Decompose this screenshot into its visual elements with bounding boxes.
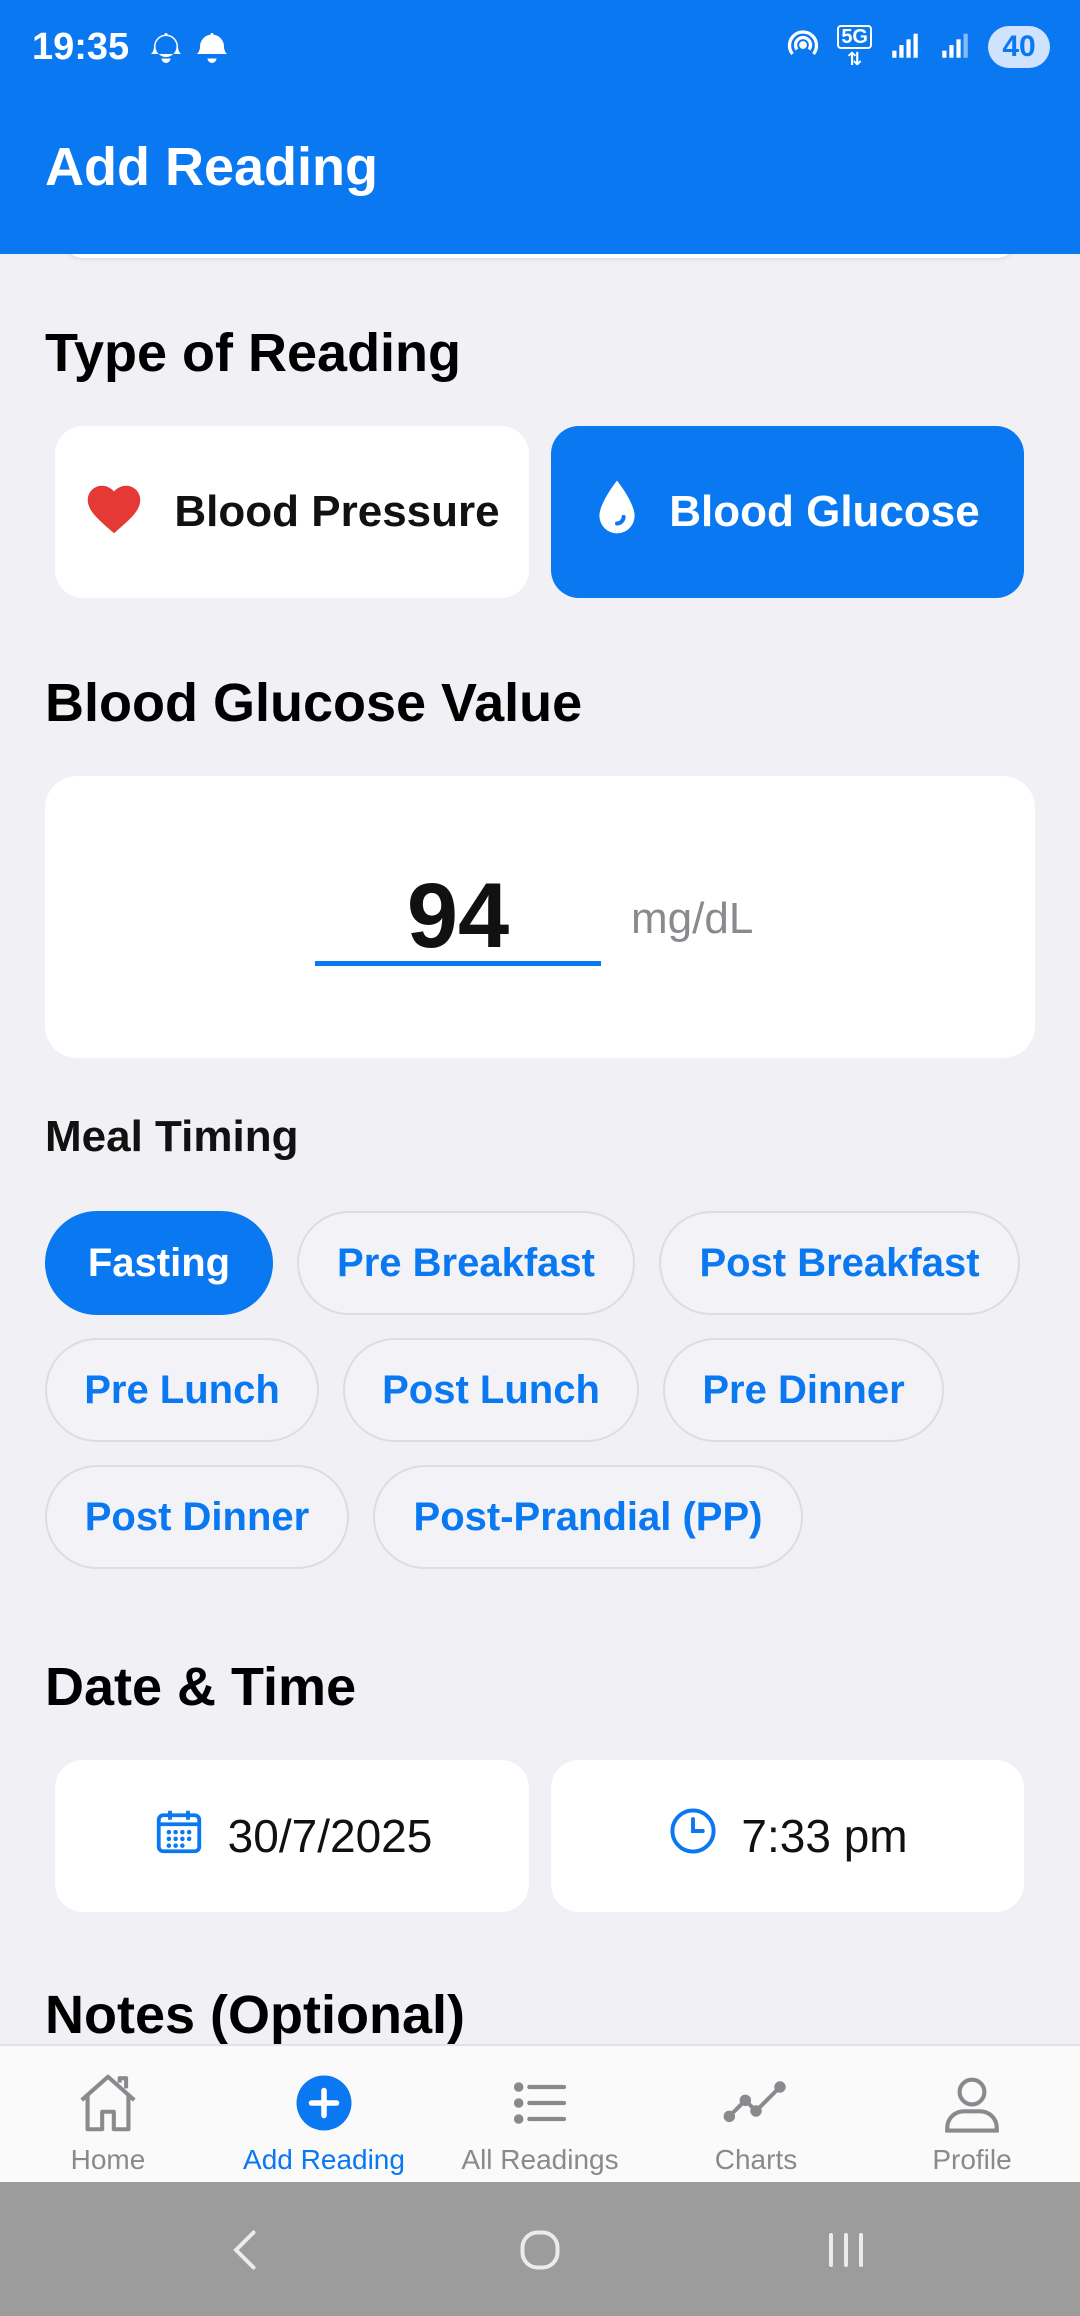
nav-home[interactable]: Home — [0, 2046, 216, 2184]
alarm-icon-2 — [194, 30, 230, 71]
blood-glucose-label: Blood Glucose — [669, 487, 980, 536]
nav-charts-label: Charts — [714, 2144, 798, 2175]
date-time-title: Date & Time — [45, 1657, 357, 1717]
nav-add-reading[interactable]: Add Reading — [216, 2046, 432, 2184]
glucose-value-title: Blood Glucose Value — [45, 673, 583, 733]
glucose-unit-label: mg/dL — [631, 894, 754, 943]
signal-icon-1 — [888, 28, 922, 67]
person-icon — [939, 2064, 1005, 2142]
blood-pressure-label: Blood Pressure — [174, 487, 500, 536]
page-title: Add Reading — [45, 137, 378, 197]
battery-indicator: 40 — [988, 26, 1050, 68]
status-right-group: 5G ⇅ 40 — [785, 24, 1050, 70]
notes-title: Notes (Optional) — [45, 1985, 465, 2044]
signal-icon-2 — [938, 28, 972, 67]
date-value: 30/7/2025 — [227, 1810, 433, 1862]
chip-post-breakfast[interactable]: Post Breakfast — [659, 1211, 1020, 1315]
time-picker-button[interactable]: 7:33 pm — [551, 1760, 1024, 1912]
glucose-value-card: 94 mg/dL — [45, 776, 1035, 1058]
type-of-reading-title: Type of Reading — [45, 323, 462, 383]
alarm-icon — [148, 30, 184, 71]
time-value: 7:33 pm — [741, 1810, 908, 1862]
app-bar: Add Reading — [0, 96, 1080, 254]
blood-pressure-button[interactable]: Blood Pressure — [55, 426, 529, 598]
chip-post-lunch[interactable]: Post Lunch — [343, 1338, 639, 1442]
nav-add-reading-label: Add Reading — [243, 2144, 405, 2175]
bottom-navigation: Home Add Reading All Readings Charts Pro… — [0, 2044, 1080, 2182]
glucose-value-input[interactable]: 94 — [315, 866, 601, 966]
back-icon[interactable] — [216, 2220, 276, 2285]
clock-icon — [667, 1805, 719, 1868]
chip-pre-breakfast[interactable]: Pre Breakfast — [297, 1211, 635, 1315]
chip-post-prandial[interactable]: Post-Prandial (PP) — [373, 1465, 803, 1569]
date-picker-button[interactable]: 30/7/2025 — [55, 1760, 529, 1912]
nav-home-label: Home — [70, 2144, 146, 2175]
chip-pre-dinner[interactable]: Pre Dinner — [663, 1338, 944, 1442]
hotspot-icon — [785, 27, 821, 68]
chip-pre-lunch[interactable]: Pre Lunch — [45, 1338, 319, 1442]
recents-icon[interactable] — [816, 2220, 876, 2285]
add-circle-icon — [294, 2064, 354, 2142]
nav-charts[interactable]: Charts — [648, 2046, 864, 2184]
home-button-icon[interactable] — [510, 2220, 570, 2285]
network-5g-icon: 5G ⇅ — [837, 25, 872, 69]
chip-post-dinner[interactable]: Post Dinner — [45, 1465, 349, 1569]
blood-glucose-button[interactable]: Blood Glucose — [551, 426, 1024, 598]
calendar-icon — [152, 1804, 206, 1869]
status-bar: 19:35 5G ⇅ 40 — [0, 0, 1080, 96]
previous-card-edge — [60, 254, 1020, 258]
home-icon — [73, 2064, 143, 2142]
meal-timing-title: Meal Timing — [45, 1112, 299, 1161]
nav-profile-label: Profile — [932, 2144, 1012, 2175]
nav-profile[interactable]: Profile — [864, 2046, 1080, 2184]
chip-fasting[interactable]: Fasting — [45, 1211, 273, 1315]
scroll-content[interactable]: Type of Reading Blood Pressure Blood Glu… — [0, 254, 1080, 2044]
list-icon — [508, 2064, 572, 2142]
drop-icon — [595, 478, 639, 547]
nav-all-readings[interactable]: All Readings — [432, 2046, 648, 2184]
nav-all-readings-label: All Readings — [461, 2144, 619, 2175]
system-navigation-bar — [0, 2182, 1080, 2316]
chart-line-icon — [721, 2064, 791, 2142]
status-time: 19:35 — [32, 26, 130, 68]
network-label: 5G — [837, 25, 872, 49]
heart-icon — [84, 479, 144, 546]
